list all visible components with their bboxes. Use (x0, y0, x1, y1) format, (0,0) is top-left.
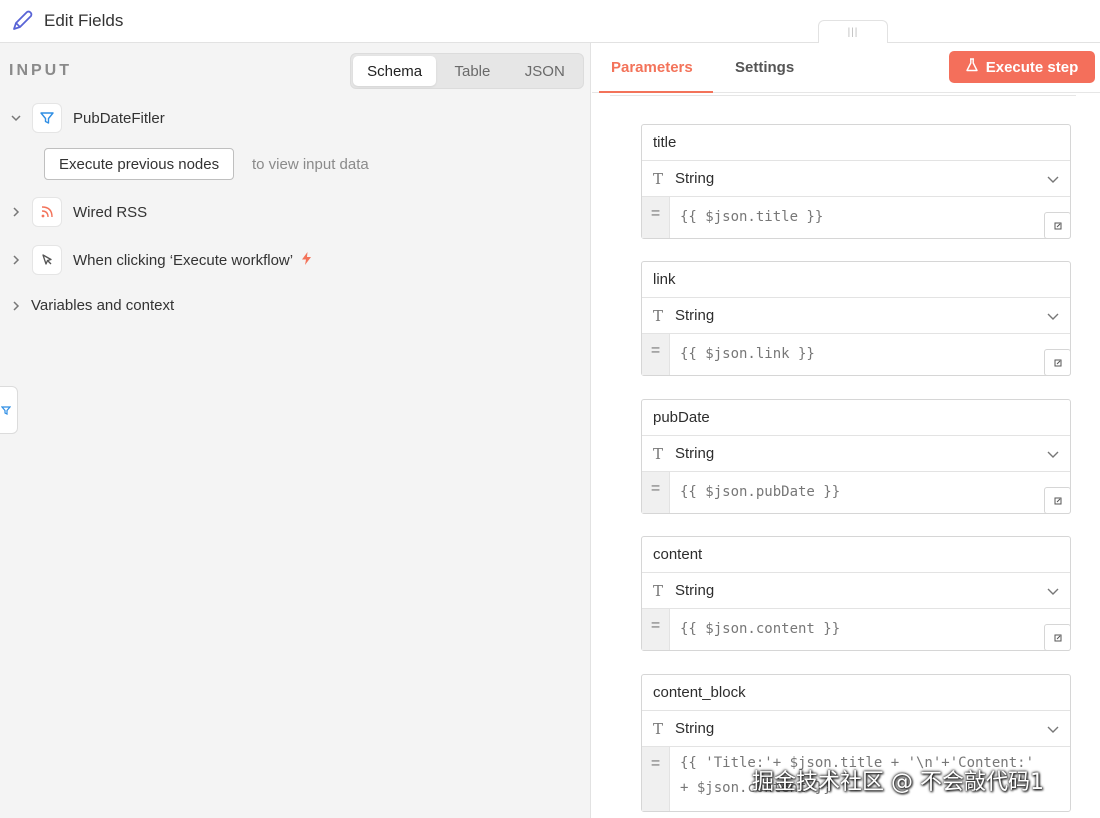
field-value-input[interactable]: {{ $json.title }} (670, 197, 1070, 238)
chevron-down-icon (1046, 309, 1060, 327)
chevron-right-icon[interactable] (9, 205, 23, 219)
pen-icon (8, 7, 36, 35)
view-mode-switch: Schema Table JSON (350, 53, 584, 89)
field-name-input[interactable]: content_block (642, 675, 1070, 711)
expression-equals-icon: = (642, 747, 670, 811)
expression-equals-icon: = (642, 197, 670, 238)
open-expression-icon[interactable] (1044, 349, 1071, 376)
chevron-down-icon (1046, 722, 1060, 740)
cursor-icon (32, 245, 62, 275)
rss-icon (32, 197, 62, 227)
string-type-icon: T (653, 581, 664, 600)
tree-node-wired-rss[interactable]: Wired RSS (0, 197, 147, 227)
chevron-down-icon (1046, 172, 1060, 190)
field-type-label: String (675, 720, 715, 737)
field-name-input[interactable]: content (642, 537, 1070, 573)
string-type-icon: T (653, 444, 664, 463)
expression-equals-icon: = (642, 334, 670, 375)
field-type-label: String (675, 170, 715, 187)
string-type-icon: T (653, 719, 664, 738)
chevron-down-icon (1046, 584, 1060, 602)
field-type-label: String (675, 307, 715, 324)
field-type-select[interactable]: T String (642, 711, 1070, 747)
open-expression-icon[interactable] (1044, 487, 1071, 514)
field-value-input[interactable]: {{ $json.content }} (670, 609, 1070, 650)
tab-schema[interactable]: Schema (353, 56, 437, 86)
node-label: Wired RSS (73, 203, 148, 221)
open-expression-icon[interactable] (1044, 212, 1071, 239)
trigger-bolt-icon (301, 252, 312, 268)
field-type-select[interactable]: T String (642, 436, 1070, 472)
tree-node-manual-trigger[interactable]: When clicking ‘Execute workflow’ (0, 245, 312, 275)
divider (610, 95, 1076, 96)
chevron-right-icon[interactable] (9, 253, 23, 267)
tab-table[interactable]: Table (436, 56, 508, 86)
input-panel: INPUT Schema Table JSON PubDateFitler Ex… (0, 43, 591, 818)
open-expression-icon[interactable] (1044, 624, 1071, 651)
top-bar: Edit Fields (0, 0, 1100, 43)
field-type-select[interactable]: T String (642, 298, 1070, 334)
tab-settings[interactable]: Settings (735, 43, 794, 91)
filter-icon (32, 103, 62, 133)
field-type-label: String (675, 582, 715, 599)
execute-hint: to view input data (252, 156, 369, 173)
chevron-down-icon[interactable] (9, 111, 23, 125)
node-label: Variables and context (31, 297, 175, 314)
execute-previous-nodes-button[interactable]: Execute previous nodes (44, 148, 235, 180)
execute-step-label: Execute step (985, 58, 1079, 76)
chevron-right-icon[interactable] (9, 299, 23, 313)
assignment-field: title T String = {{ $json.title }} (641, 124, 1071, 239)
parameters-tab-bar: Parameters Settings Execute step (592, 43, 1100, 93)
expression-equals-icon: = (642, 472, 670, 513)
field-name-input[interactable]: title (642, 125, 1070, 161)
page-title[interactable]: Edit Fields (44, 11, 123, 31)
chevron-down-icon (1046, 447, 1060, 465)
collapsed-node-tab[interactable] (0, 386, 18, 434)
panel-drag-handle[interactable]: ||| (818, 20, 888, 43)
field-value-input[interactable]: {{ $json.link }} (670, 334, 1070, 375)
field-value-row: = {{ $json.title }} (642, 197, 1071, 239)
tree-node-pubdatefitler[interactable]: PubDateFitler (0, 103, 165, 133)
node-label: PubDateFitler (73, 109, 165, 127)
assignment-field: pubDate T String = {{ $json.pubDate }} (641, 399, 1071, 514)
input-label: INPUT (9, 62, 72, 79)
tree-node-variables-context[interactable]: Variables and context (0, 297, 174, 314)
field-value-input[interactable]: {{ $json.pubDate }} (670, 472, 1070, 513)
string-type-icon: T (653, 306, 664, 325)
parameters-panel: Parameters Settings Execute step title T… (592, 43, 1100, 818)
watermark: 掘金技术社区 @ 不会敲代码1 (752, 770, 1044, 795)
field-type-select[interactable]: T String (642, 161, 1070, 197)
expression-equals-icon: = (642, 609, 670, 650)
assignment-field: link T String = {{ $json.link }} (641, 261, 1071, 376)
flask-icon (966, 58, 978, 76)
tab-parameters[interactable]: Parameters (599, 43, 713, 93)
field-name-input[interactable]: pubDate (642, 400, 1070, 436)
tab-json[interactable]: JSON (509, 56, 581, 86)
field-value-row: = {{ $json.link }} (642, 334, 1071, 376)
field-value-row: = {{ $json.pubDate }} (642, 472, 1071, 514)
string-type-icon: T (653, 169, 664, 188)
field-type-select[interactable]: T String (642, 573, 1070, 609)
field-type-label: String (675, 445, 715, 462)
assignment-field: content T String = {{ $json.content }} (641, 536, 1071, 651)
field-name-input[interactable]: link (642, 262, 1070, 298)
execute-step-button[interactable]: Execute step (949, 51, 1095, 83)
field-value-row: = {{ $json.content }} (642, 609, 1071, 651)
node-label: When clicking ‘Execute workflow’ (73, 251, 294, 269)
